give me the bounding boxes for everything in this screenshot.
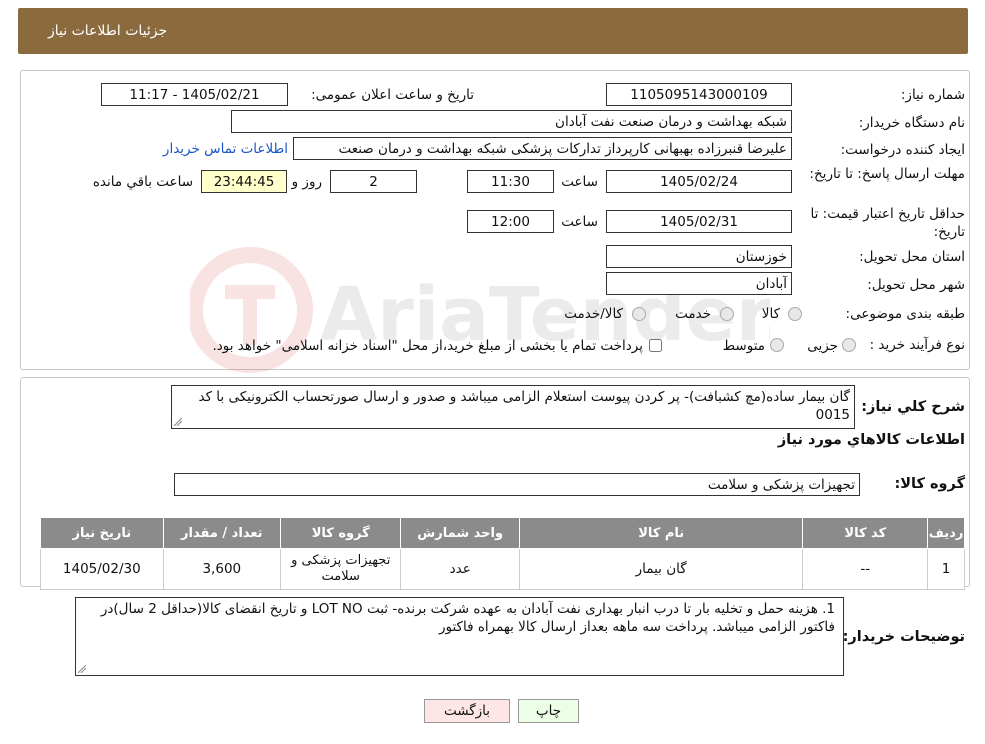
- description-text: گان بیمار ساده(مچ کشبافت)- پر کردن پیوست…: [198, 389, 851, 423]
- buyer-notes-text: 1. هزینه حمل و تخلیه بار تا درب انبار به…: [100, 601, 835, 635]
- announce-label: تاریخ و ساعت اعلان عمومی:: [311, 87, 474, 103]
- description-textarea[interactable]: گان بیمار ساده(مچ کشبافت)- پر کردن پیوست…: [171, 385, 855, 429]
- radio-medium[interactable]: [770, 338, 784, 352]
- buyer-org-label: نام دستگاه خریدار:: [858, 115, 965, 131]
- radio-goods-service[interactable]: [632, 307, 646, 321]
- cell-group: تجهیزات پزشکی و سلامت: [279, 548, 402, 590]
- city-field: آبادان: [606, 272, 792, 295]
- page-title: جزئیات اطلاعات نیاز: [48, 23, 168, 39]
- price-validity-label: حداقل تاریخ اعتبار قیمت: تا تاریخ:: [810, 206, 965, 240]
- remaining-time-field: 23:44:45: [201, 170, 287, 193]
- remaining-label: ساعت باقي مانده: [92, 174, 193, 190]
- cell-unit: عدد: [400, 548, 520, 590]
- category-label: طبقه بندی موضوعی:: [845, 306, 965, 322]
- cell-name: گان بیمار: [518, 548, 804, 590]
- price-time-field: 12:00: [467, 210, 554, 233]
- city-label: شهر محل تحویل:: [867, 277, 965, 293]
- col-name: نام کالا: [518, 517, 804, 549]
- resize-handle-icon[interactable]: [78, 665, 86, 673]
- print-button[interactable]: چاپ: [518, 699, 579, 723]
- days-field: 2: [330, 170, 417, 193]
- reply-time-field: 11:30: [467, 170, 554, 193]
- province-field: خوزستان: [606, 245, 792, 268]
- radio-service-label: خدمت: [675, 306, 711, 322]
- buyer-notes-textarea[interactable]: 1. هزینه حمل و تخلیه بار تا درب انبار به…: [75, 597, 844, 676]
- resize-handle-icon[interactable]: [174, 418, 182, 426]
- col-unit: واحد شمارش: [400, 517, 520, 549]
- reply-date-field: 1405/02/24: [606, 170, 792, 193]
- col-code: کد کالا: [802, 517, 929, 549]
- need-number-field: 1105095143000109: [606, 83, 792, 106]
- radio-partial-label: جزیی: [807, 338, 838, 354]
- purchase-type-label: نوع فرآیند خرید :: [869, 337, 965, 353]
- days-label: روز و: [291, 174, 322, 190]
- radio-goods[interactable]: [788, 307, 802, 321]
- goods-group-label: گروه کالا:: [894, 476, 965, 492]
- cell-qty: 3,600: [162, 548, 281, 590]
- treasury-checkbox[interactable]: [649, 339, 662, 352]
- price-date-field: 1405/02/31: [606, 210, 792, 233]
- radio-partial[interactable]: [842, 338, 856, 352]
- cell-row: 1: [927, 548, 965, 590]
- radio-goods-service-label: کالا/خدمت: [564, 306, 623, 322]
- need-number-label: شماره نیاز:: [900, 87, 965, 103]
- cell-code: --: [802, 548, 929, 590]
- goods-group-field: تجهیزات پزشکی و سلامت: [174, 473, 860, 496]
- radio-medium-label: متوسط: [722, 338, 765, 354]
- creator-field: علیرضا قنبرزاده بهبهانی کارپرداز تدارکات…: [293, 137, 792, 160]
- buyer-org-field: شبکه بهداشت و درمان صنعت نفت آبادان: [231, 110, 792, 133]
- goods-info-title: اطلاعات كالاهاي مورد نياز: [777, 432, 965, 448]
- col-row: ردیف: [927, 517, 965, 549]
- price-time-label: ساعت: [561, 214, 598, 230]
- col-date: تاریخ نیاز: [40, 517, 164, 549]
- announce-field: 1405/02/21 - 11:17: [101, 83, 288, 106]
- cell-date: 1405/02/30: [40, 548, 164, 590]
- creator-label: ایجاد کننده درخواست:: [840, 142, 965, 158]
- province-label: استان محل تحویل:: [859, 249, 965, 265]
- radio-goods-label: کالا: [761, 306, 780, 322]
- buyer-notes-label: توضیحات خریدار:: [842, 629, 965, 645]
- reply-deadline-label: مهلت ارسال پاسخ: تا تاریخ:: [809, 166, 965, 182]
- page-header: جزئیات اطلاعات نیاز: [18, 8, 968, 54]
- radio-service[interactable]: [720, 307, 734, 321]
- col-qty: تعداد / مقدار: [162, 517, 281, 549]
- col-group: گروه کالا: [279, 517, 402, 549]
- back-button[interactable]: بازگشت: [424, 699, 510, 723]
- reply-time-label: ساعت: [561, 174, 598, 190]
- buyer-contact-link[interactable]: اطلاعات تماس خریدار: [163, 141, 288, 157]
- items-table: ردیف کد کالا نام کالا واحد شمارش گروه کا…: [40, 517, 965, 590]
- table-header-row: ردیف کد کالا نام کالا واحد شمارش گروه کا…: [40, 517, 965, 549]
- table-row: 1 -- گان بیمار عدد تجهیزات پزشکی و سلامت…: [40, 548, 965, 590]
- treasury-note: پرداخت تمام یا بخشی از مبلغ خرید،از محل …: [212, 338, 643, 354]
- description-label: شرح کلي نياز:: [861, 399, 965, 415]
